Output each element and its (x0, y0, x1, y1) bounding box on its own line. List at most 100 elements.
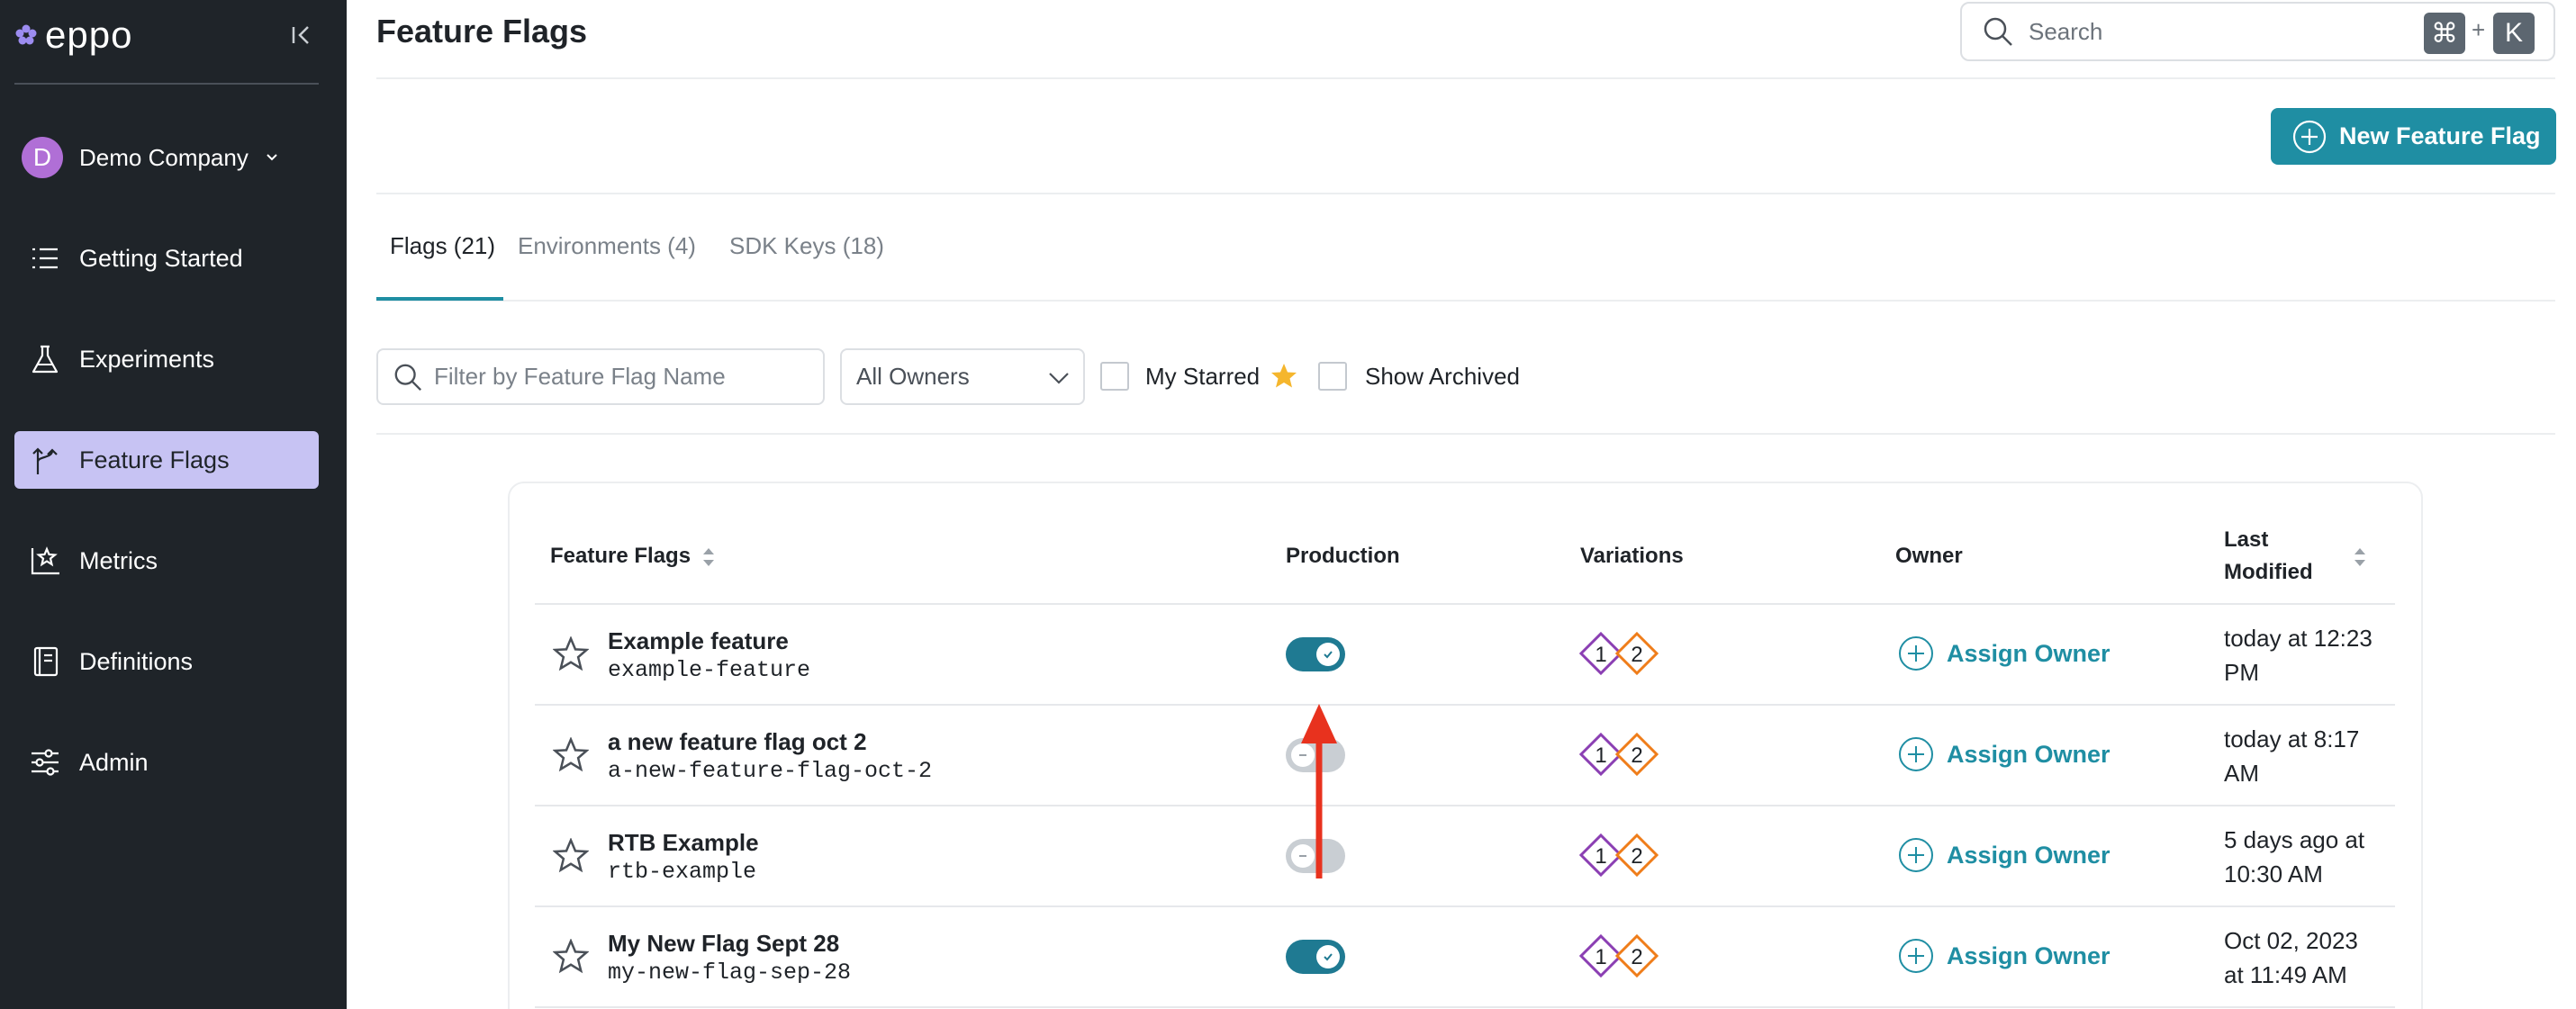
owners-selected-value: All Owners (856, 363, 970, 390)
list-icon (27, 240, 63, 276)
assign-owner-button[interactable]: Assign Owner (1898, 635, 2111, 671)
row-divider (535, 805, 2395, 806)
sort-icon[interactable] (701, 545, 716, 569)
star-outline-icon[interactable] (553, 737, 589, 773)
flag-name[interactable]: Example feature (608, 627, 789, 655)
plus-circle-icon (1899, 939, 1933, 973)
last-modified-line2: at 11:49 AM (2224, 961, 2347, 988)
assign-owner-button[interactable]: Assign Owner (1898, 938, 2111, 974)
flag-key: a-new-feature-flag-oct-2 (608, 758, 933, 784)
search-icon (394, 364, 422, 391)
star-outline-icon[interactable] (553, 838, 589, 874)
last-modified-line2: AM (2224, 760, 2259, 787)
sort-icon[interactable] (2353, 545, 2367, 569)
sidebar: eppo D Demo Company Getting Started Expe… (0, 0, 347, 1009)
row-divider (535, 1006, 2395, 1008)
sidebar-item-definitions[interactable]: Definitions (14, 633, 319, 690)
column-header-feature-flags[interactable]: Feature Flags (550, 544, 691, 569)
logo-text: eppo (45, 14, 133, 56)
star-outline-icon[interactable] (553, 636, 589, 672)
collapse-sidebar-icon[interactable] (286, 20, 317, 50)
flag-name-filter-input[interactable]: Filter by Feature Flag Name (376, 348, 825, 405)
plus-circle-icon (1899, 636, 1933, 671)
tab-sdk-keys[interactable]: SDK Keys (18) (729, 232, 884, 260)
eppo-flower-icon (15, 24, 37, 45)
column-header-production: Production (1286, 544, 1400, 568)
company-avatar: D (22, 137, 63, 178)
star-filled-icon (1271, 364, 1297, 388)
sidebar-item-admin[interactable]: Admin (14, 734, 319, 791)
global-search[interactable]: Search ⌘ + K (1960, 2, 2555, 61)
tabs-divider (376, 300, 2555, 302)
variations-badge: 1 2 (1578, 933, 1659, 978)
chevron-down-icon (1049, 373, 1069, 384)
check-icon (1324, 953, 1333, 961)
last-modified-line1: 5 days ago at (2224, 826, 2365, 853)
my-starred-checkbox[interactable] (1100, 362, 1129, 391)
branch-icon (27, 442, 63, 478)
sidebar-item-label: Definitions (79, 647, 194, 675)
flag-key: my-new-flag-sep-28 (608, 959, 852, 986)
company-switcher[interactable]: D Demo Company (22, 135, 281, 180)
flag-key: example-feature (608, 657, 811, 683)
sidebar-item-label: Admin (79, 748, 149, 776)
variation-1-label: 1 (1595, 945, 1606, 969)
variation-2-label: 2 (1631, 945, 1642, 969)
header-divider (376, 77, 2555, 79)
variations-badge: 1 2 (1578, 631, 1659, 676)
assign-owner-label: Assign Owner (1947, 639, 2111, 667)
toggle-knob (1316, 945, 1340, 968)
assign-owner-label: Assign Owner (1947, 841, 2111, 869)
variation-1-label: 1 (1595, 643, 1606, 667)
active-tab-indicator (376, 297, 503, 301)
assign-owner-label: Assign Owner (1947, 941, 2111, 969)
variation-2-label: 2 (1631, 643, 1642, 667)
sidebar-item-label: Getting Started (79, 244, 243, 272)
flag-name[interactable]: RTB Example (608, 829, 759, 857)
sidebar-item-experiments[interactable]: Experiments (14, 330, 319, 388)
toolbar-divider (376, 193, 2555, 194)
sidebar-item-metrics[interactable]: Metrics (14, 532, 319, 590)
owners-select[interactable]: All Owners (840, 348, 1085, 405)
variation-2-label: 2 (1631, 844, 1642, 869)
assign-owner-label: Assign Owner (1947, 740, 2111, 768)
sidebar-item-label: Experiments (79, 345, 215, 373)
assign-owner-button[interactable]: Assign Owner (1898, 837, 2111, 873)
annotation-arrow-icon (1301, 704, 1337, 878)
eppo-logo[interactable]: eppo (14, 16, 132, 54)
k-key: K (2493, 13, 2535, 54)
last-modified-line2: 10:30 AM (2224, 860, 2323, 887)
filter-placeholder: Filter by Feature Flag Name (434, 363, 726, 390)
column-header-last-modified-line1[interactable]: Last (2224, 527, 2268, 553)
last-modified-line1: Oct 02, 2023 (2224, 927, 2358, 954)
production-toggle[interactable] (1286, 940, 1345, 974)
column-header-variations: Variations (1580, 544, 1684, 568)
flag-name[interactable]: My New Flag Sept 28 (608, 930, 839, 958)
assign-owner-button[interactable]: Assign Owner (1898, 736, 2111, 772)
sidebar-item-label: Metrics (79, 546, 158, 574)
variation-2-label: 2 (1631, 743, 1642, 768)
chevron-down-icon (267, 154, 277, 161)
tab-environments[interactable]: Environments (4) (518, 232, 696, 260)
filters-divider (376, 433, 2555, 435)
column-header-last-modified-line2[interactable]: Modified (2224, 560, 2313, 585)
show-archived-checkbox[interactable] (1318, 362, 1347, 391)
new-feature-flag-button[interactable]: New Feature Flag (2271, 108, 2556, 165)
row-divider (535, 603, 2395, 605)
sidebar-item-label: Feature Flags (79, 446, 230, 473)
production-toggle[interactable] (1286, 637, 1345, 671)
last-modified-line2: PM (2224, 659, 2259, 686)
plus-circle-icon (2292, 120, 2327, 153)
book-icon (27, 644, 63, 680)
sidebar-item-feature-flags[interactable]: Feature Flags (14, 431, 319, 489)
beaker-icon (27, 341, 63, 377)
variation-1-label: 1 (1595, 844, 1606, 869)
tab-flags[interactable]: Flags (21) (390, 232, 495, 260)
star-outline-icon[interactable] (553, 939, 589, 975)
search-icon (1984, 17, 2012, 46)
sidebar-item-getting-started[interactable]: Getting Started (14, 230, 319, 287)
variations-badge: 1 2 (1578, 833, 1659, 878)
last-modified-line1: today at 8:17 (2224, 725, 2360, 752)
flag-name[interactable]: a new feature flag oct 2 (608, 728, 867, 756)
toggle-knob (1316, 643, 1340, 666)
